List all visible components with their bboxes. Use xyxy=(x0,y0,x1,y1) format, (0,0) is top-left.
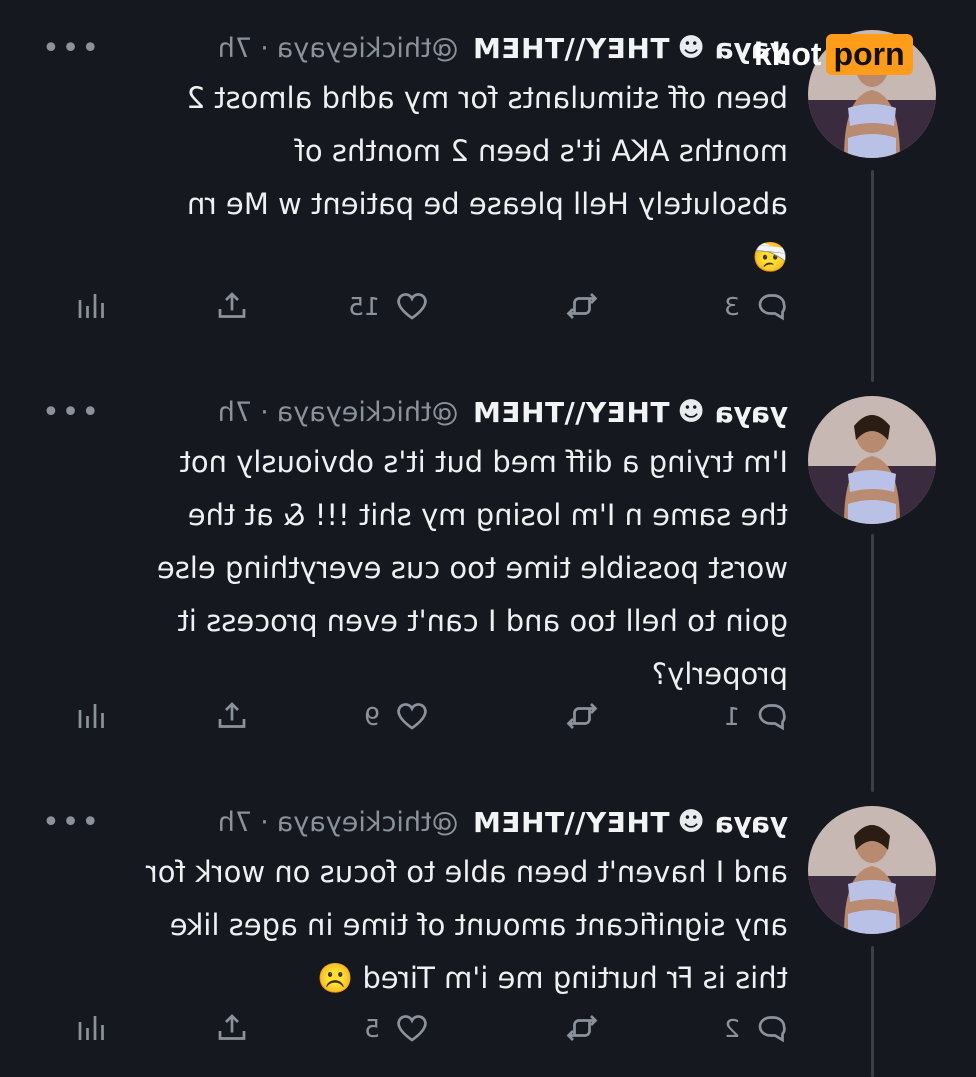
like-button[interactable]: 15 xyxy=(348,288,430,324)
watermark-text: khot xyxy=(754,35,822,72)
like-count: 9 xyxy=(364,701,380,731)
retweet-button[interactable] xyxy=(564,698,600,734)
retweet-button[interactable] xyxy=(564,1010,600,1046)
retweet-icon xyxy=(566,703,598,729)
reply-count: 2 xyxy=(724,1013,740,1043)
display-name-pronouns[interactable]: THEY\\THEM xyxy=(473,396,670,429)
timestamp[interactable]: 7h xyxy=(218,807,252,838)
watermark-badge: porn xyxy=(825,33,913,75)
tweet-header: yaya ☻ THEY\\THEM @thickieyaya · 7h ••• xyxy=(40,30,788,66)
share-icon xyxy=(218,702,246,728)
user-handle[interactable]: @thickieyaya xyxy=(277,807,459,838)
thread-line xyxy=(871,170,874,382)
reply-icon xyxy=(758,294,786,321)
display-name[interactable]: yaya xyxy=(715,396,788,429)
reply-icon xyxy=(758,1016,786,1043)
thread-line xyxy=(871,534,874,792)
timestamp[interactable]: 7h xyxy=(218,397,252,428)
like-count: 15 xyxy=(348,291,380,321)
more-options-icon[interactable]: ••• xyxy=(40,805,99,840)
analytics-button[interactable] xyxy=(74,288,110,324)
analytics-button[interactable] xyxy=(74,698,110,734)
retweet-icon xyxy=(566,1015,598,1041)
tweet-actions: 1 9 xyxy=(60,698,790,738)
smiley-icon: ☻ xyxy=(677,807,705,837)
reply-icon xyxy=(758,704,786,731)
heart-icon xyxy=(397,703,427,730)
retweet-button[interactable] xyxy=(564,288,600,324)
separator: · xyxy=(260,396,269,428)
heart-icon xyxy=(397,293,427,320)
user-handle[interactable]: @thickieyaya xyxy=(277,397,459,428)
more-options-icon[interactable]: ••• xyxy=(40,395,99,430)
share-button[interactable] xyxy=(214,1010,250,1046)
heart-icon xyxy=(397,1015,427,1042)
display-name-pronouns[interactable]: THEY\\THEM xyxy=(473,32,670,65)
tweet-header: yaya ☻ THEY\\THEM @thickieyaya · 7h ••• xyxy=(40,394,788,430)
reply-button[interactable]: 2 xyxy=(724,1010,790,1046)
like-button[interactable]: 9 xyxy=(364,698,430,734)
tweet-actions: 3 15 xyxy=(60,288,790,328)
share-button[interactable] xyxy=(214,698,250,734)
reply-button[interactable]: 3 xyxy=(724,288,790,324)
display-name[interactable]: yaya xyxy=(715,806,788,839)
more-options-icon[interactable]: ••• xyxy=(40,31,99,66)
avatar[interactable] xyxy=(808,396,936,524)
analytics-icon xyxy=(78,294,104,318)
separator: · xyxy=(260,32,269,64)
like-count: 5 xyxy=(364,1013,380,1043)
reply-button[interactable]: 1 xyxy=(724,698,790,734)
tweet-text: I'm trying a diff med but it's obviously… xyxy=(156,445,788,691)
timestamp[interactable]: 7h xyxy=(218,33,252,64)
smiley-icon: ☻ xyxy=(677,33,705,63)
like-button[interactable]: 5 xyxy=(364,1010,430,1046)
tweet-header: yaya ☻ THEY\\THEM @thickieyaya · 7h ••• xyxy=(40,804,788,840)
analytics-icon xyxy=(78,1016,104,1040)
user-handle[interactable]: @thickieyaya xyxy=(277,33,459,64)
share-icon xyxy=(218,1014,246,1040)
tweet-text: been off stimulants for my adhd almost 2… xyxy=(186,81,788,274)
tweet-text: and I haven't been able to focus on work… xyxy=(145,855,788,995)
separator: · xyxy=(260,806,269,838)
reply-count: 1 xyxy=(724,701,740,731)
display-name-pronouns[interactable]: THEY\\THEM xyxy=(473,806,670,839)
reply-count: 3 xyxy=(724,291,740,321)
tweet-actions: 2 5 xyxy=(60,1010,790,1050)
mirrored-thread: yaya ☻ THEY\\THEM @thickieyaya · 7h ••• … xyxy=(0,0,976,1077)
share-button[interactable] xyxy=(214,288,250,324)
retweet-icon xyxy=(566,293,598,319)
watermark-logo: khot porn xyxy=(754,30,913,78)
share-icon xyxy=(218,292,246,318)
thread-line xyxy=(871,946,874,1077)
smiley-icon: ☻ xyxy=(677,397,705,427)
avatar[interactable] xyxy=(808,806,936,934)
analytics-icon xyxy=(78,704,104,728)
analytics-button[interactable] xyxy=(74,1010,110,1046)
